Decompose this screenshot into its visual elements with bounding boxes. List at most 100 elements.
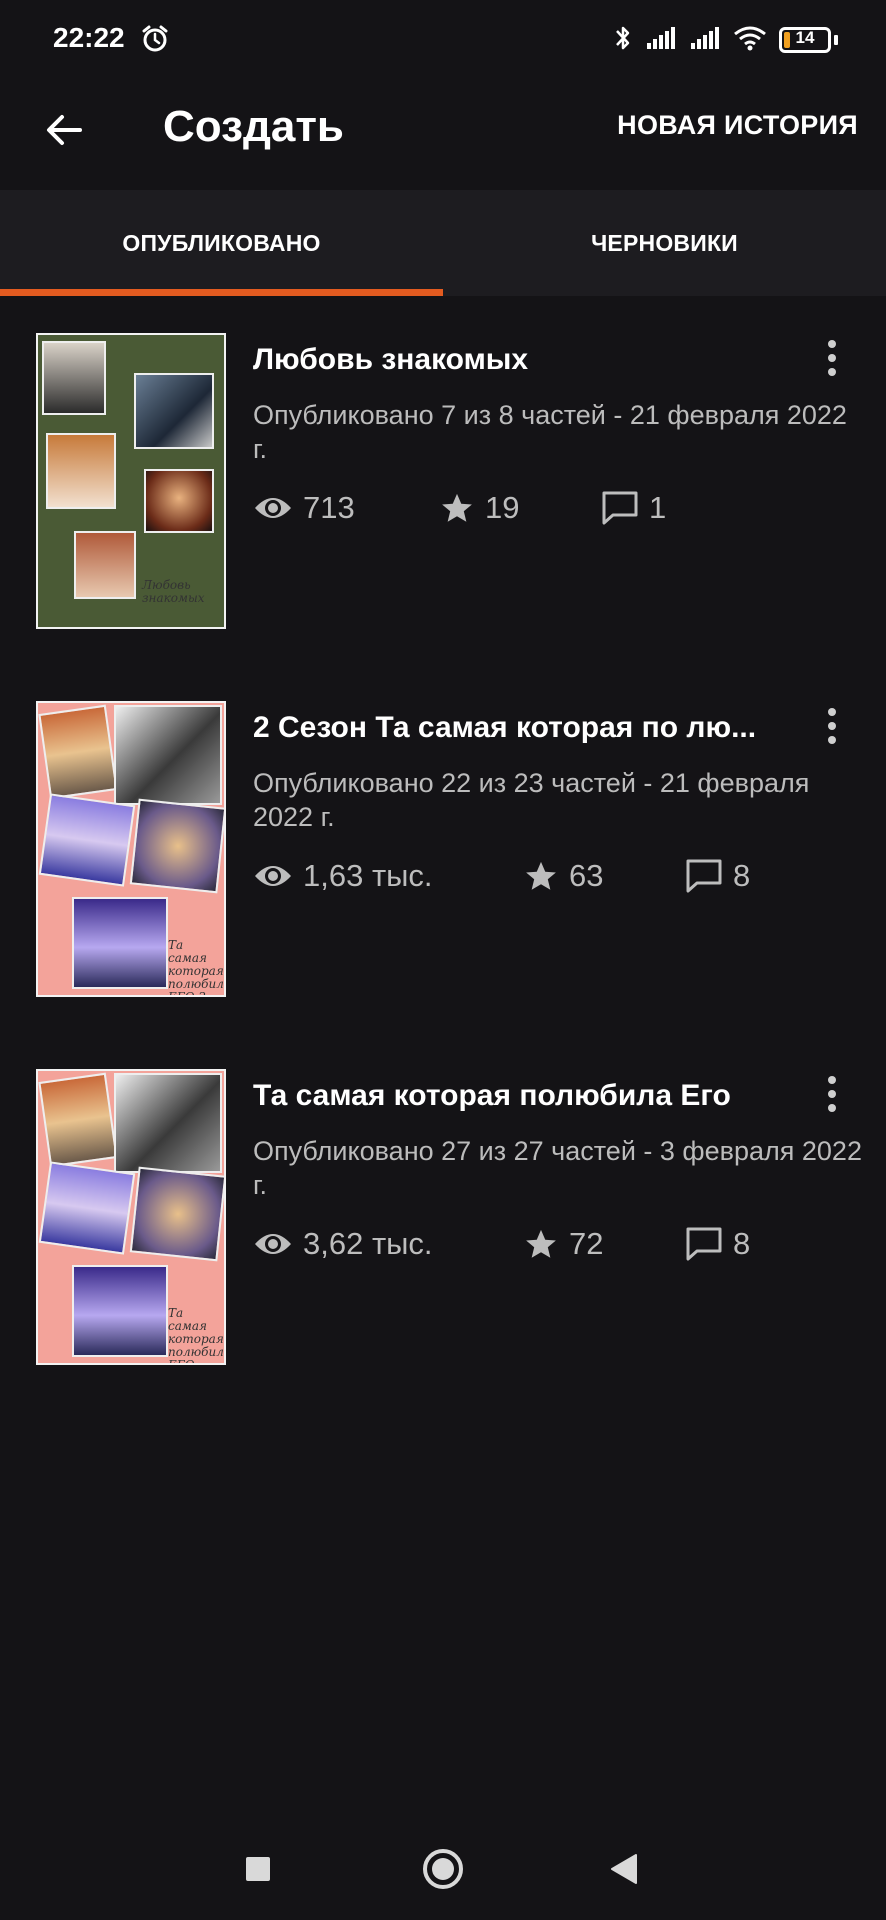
status-icons: 14 <box>613 24 838 56</box>
views-stat: 1,63 тыс. <box>253 851 433 901</box>
alarm-icon <box>140 24 170 54</box>
more-vert-icon <box>828 1076 836 1084</box>
star-icon <box>526 1229 556 1258</box>
tab-drafts[interactable]: ЧЕРНОВИКИ <box>443 190 886 296</box>
cover-caption: Та самая которая полюбила ЕГО <box>168 1306 226 1365</box>
cover-photo <box>72 1265 168 1357</box>
comments-count: 8 <box>733 858 751 893</box>
screen: 22:22 14 Создать НОВАЯ ИСТОРИЯ ОПУБЛИКОВ… <box>0 0 886 1920</box>
votes-stat: 72 <box>523 1219 603 1269</box>
cover-photo <box>114 1073 222 1173</box>
cover-photo <box>72 897 168 989</box>
tab-bar: ОПУБЛИКОВАНО ЧЕРНОВИКИ <box>0 190 886 296</box>
comments-stat: 8 <box>685 851 750 901</box>
story-cover[interactable]: Та самая которая полюбила ЕГО <box>36 1069 226 1365</box>
battery-icon: 14 <box>779 27 831 53</box>
votes-count: 72 <box>569 1226 604 1261</box>
more-dot <box>828 368 836 376</box>
cover-photo <box>46 433 116 509</box>
story-stats: 3,62 тыс. 72 8 <box>253 1219 853 1269</box>
story-title[interactable]: Та самая которая полюбила Его <box>253 1079 793 1113</box>
more-dot <box>828 722 836 730</box>
app-bar: Создать НОВАЯ ИСТОРИЯ <box>0 78 886 190</box>
signal-icon <box>689 25 721 56</box>
comments-count: 8 <box>733 1226 751 1261</box>
more-options-button[interactable] <box>816 701 848 751</box>
home-button[interactable] <box>413 1844 473 1894</box>
more-dot <box>828 1090 836 1098</box>
cover-photo <box>42 341 106 415</box>
signal-icon <box>645 25 677 56</box>
story-meta: Опубликовано 7 из 8 частей - 21 февраля … <box>253 400 847 464</box>
eye-icon <box>255 866 291 886</box>
comments-stat: 1 <box>601 483 666 533</box>
story-stats: 713 19 1 <box>253 483 853 533</box>
recents-square-icon <box>246 1857 270 1881</box>
votes-stat: 19 <box>439 483 519 533</box>
comments-stat: 8 <box>685 1219 750 1269</box>
more-vert-icon <box>828 708 836 716</box>
story-title[interactable]: 2 Сезон Та самая которая по лю... <box>253 711 793 745</box>
more-options-button[interactable] <box>816 1069 848 1119</box>
more-dot <box>828 354 836 362</box>
cover-photo <box>134 373 214 449</box>
back-button[interactable] <box>34 100 94 160</box>
story-item[interactable]: Та самая которая полюбила ЕГО Та самая к… <box>0 1069 886 1365</box>
cover-photo <box>38 704 118 800</box>
cover-photo <box>144 469 214 533</box>
tab-published[interactable]: ОПУБЛИКОВАНО <box>0 190 443 296</box>
comment-icon <box>686 1227 722 1261</box>
story-cover[interactable]: Та самая которая полюбила ЕГО 2 <box>36 701 226 997</box>
story-cover[interactable]: Любовь знакомых <box>36 333 226 629</box>
home-circle-icon <box>423 1849 463 1889</box>
more-vert-icon <box>828 340 836 348</box>
system-back-button[interactable] <box>594 1844 654 1894</box>
story-item[interactable]: Любовь знакомых Любовь знакомых Опублико… <box>0 333 886 629</box>
story-stats: 1,63 тыс. 63 8 <box>253 851 853 901</box>
votes-count: 63 <box>569 858 604 893</box>
bluetooth-icon <box>613 23 633 58</box>
status-bar: 22:22 14 <box>0 0 886 78</box>
cover-photo <box>129 1166 224 1262</box>
story-title[interactable]: Любовь знакомых <box>253 343 793 377</box>
comments-count: 1 <box>649 490 667 525</box>
page-title: Создать <box>163 102 344 151</box>
wifi-icon <box>733 25 767 56</box>
cover-photo <box>38 793 136 887</box>
story-item[interactable]: Та самая которая полюбила ЕГО 2 2 Сезон … <box>0 701 886 997</box>
battery-nub <box>834 35 838 45</box>
views-count: 3,62 тыс. <box>303 1226 433 1261</box>
tab-indicator <box>0 289 443 296</box>
more-options-button[interactable] <box>816 333 848 383</box>
back-triangle-icon <box>611 1854 637 1884</box>
views-count: 713 <box>303 490 355 525</box>
cover-photo <box>74 531 136 599</box>
story-meta: Опубликовано 27 из 27 частей - 3 февраля… <box>253 1136 862 1200</box>
new-story-button[interactable]: НОВАЯ ИСТОРИЯ <box>617 110 858 141</box>
status-time: 22:22 <box>53 22 125 53</box>
arrow-back-icon <box>47 115 82 145</box>
star-icon <box>442 493 472 522</box>
cover-photo <box>114 705 222 805</box>
eye-icon <box>255 1234 291 1254</box>
cover-photo <box>38 1072 118 1168</box>
more-dot <box>828 1104 836 1112</box>
star-icon <box>526 861 556 890</box>
views-count: 1,63 тыс. <box>303 858 433 893</box>
votes-count: 19 <box>485 490 520 525</box>
battery-level: 14 <box>795 28 815 47</box>
views-stat: 3,62 тыс. <box>253 1219 433 1269</box>
comment-icon <box>686 859 722 893</box>
cover-photo <box>129 798 224 894</box>
views-stat: 713 <box>253 483 355 533</box>
story-meta: Опубликовано 22 из 23 частей - 21 феврал… <box>253 768 810 832</box>
cover-photo <box>38 1161 136 1255</box>
comment-icon <box>602 491 638 525</box>
more-dot <box>828 736 836 744</box>
cover-caption: Любовь знакомых <box>142 578 205 605</box>
recents-button[interactable] <box>228 1844 288 1894</box>
system-nav-bar <box>0 1820 886 1920</box>
cover-caption: Та самая которая полюбила ЕГО 2 <box>168 938 226 997</box>
eye-icon <box>255 498 291 518</box>
votes-stat: 63 <box>523 851 603 901</box>
